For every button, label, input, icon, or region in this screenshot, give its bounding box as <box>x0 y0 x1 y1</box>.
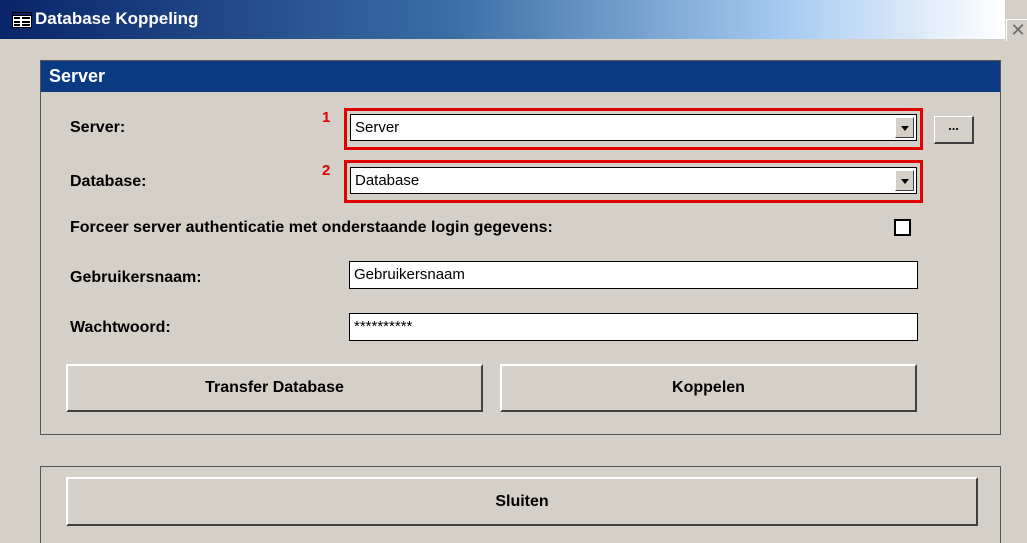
database-dropdown-button[interactable] <box>895 170 914 191</box>
password-field[interactable]: ********** <box>349 313 918 341</box>
database-label: Database: <box>70 173 147 190</box>
force-auth-checkbox[interactable] <box>894 219 911 236</box>
annotation-marker-1: 1 <box>322 109 331 126</box>
server-select[interactable]: Server <box>350 114 917 141</box>
sluiten-button[interactable]: Sluiten <box>66 477 978 526</box>
transfer-database-button[interactable]: Transfer Database <box>66 364 483 412</box>
section-title: Server <box>49 66 106 86</box>
username-label: Gebruikersnaam: <box>70 269 202 286</box>
password-label: Wachtwoord: <box>70 319 171 336</box>
server-label: Server: <box>70 119 126 136</box>
section-header: Server <box>41 61 1000 92</box>
form-icon <box>12 12 32 28</box>
chevron-down-icon <box>901 179 909 184</box>
force-auth-label: Forceer server authenticatie met onderst… <box>70 219 553 236</box>
close-icon: ✕ <box>1010 20 1026 40</box>
title-bar: Database Koppeling <box>0 0 1005 39</box>
window-title: Database Koppeling <box>35 9 199 28</box>
browse-server-button[interactable]: ... <box>934 116 974 144</box>
database-select[interactable]: Database <box>350 167 917 194</box>
annotation-marker-2: 2 <box>322 162 331 179</box>
username-field-value: Gebruikersnaam <box>354 266 465 283</box>
chevron-down-icon <box>901 126 909 131</box>
database-select-value: Database <box>355 172 420 189</box>
close-window-button[interactable]: ✕ <box>1006 19 1027 41</box>
koppelen-button[interactable]: Koppelen <box>500 364 917 412</box>
server-select-value: Server <box>355 119 400 136</box>
server-dropdown-button[interactable] <box>895 117 914 138</box>
database-koppeling-window: Database Koppeling ✕ Server Server: 1 Se… <box>0 0 1027 543</box>
username-field[interactable]: Gebruikersnaam <box>349 261 918 289</box>
password-field-value: ********** <box>354 318 413 335</box>
